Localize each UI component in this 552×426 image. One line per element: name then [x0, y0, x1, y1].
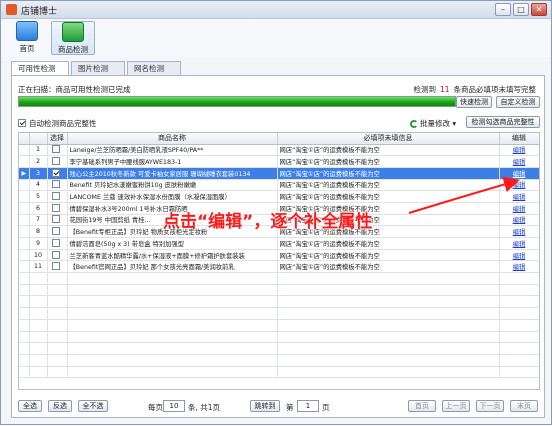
app-window: 店铺博士 – □ ✕ 首页 商品检测 可用性检测 图片检测 网名检测 正在扫描：… — [0, 0, 552, 425]
annotation-text: 点击“编辑”，逐个补全属性 — [163, 212, 373, 232]
